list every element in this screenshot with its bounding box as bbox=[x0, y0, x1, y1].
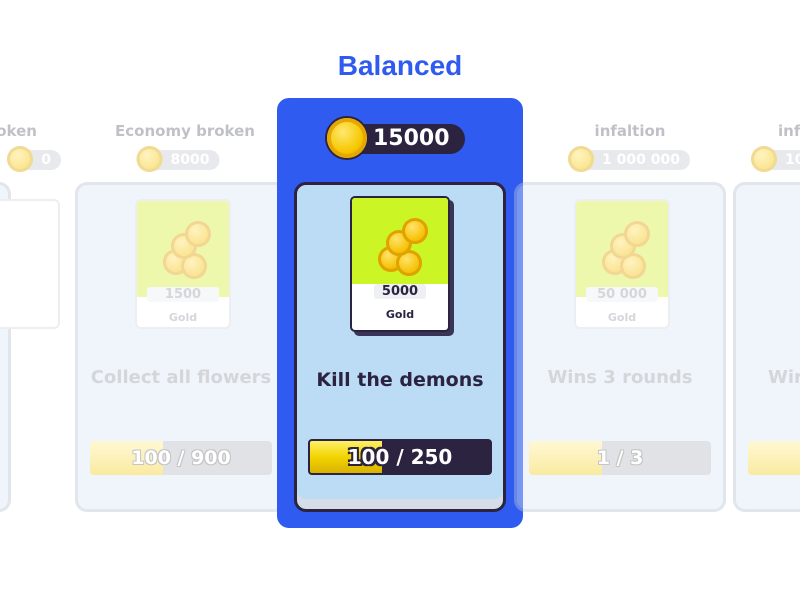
reward-amount: 5000 bbox=[374, 284, 426, 299]
column-title: infaltion bbox=[594, 122, 666, 140]
cost-pill: 8000 bbox=[136, 146, 220, 172]
reward-label: Gold bbox=[168, 311, 198, 324]
gold-coins-icon bbox=[137, 201, 229, 297]
coin-icon bbox=[751, 146, 777, 172]
coin-icon bbox=[136, 146, 163, 172]
quest-card[interactable]: 5000 Gold Kill the demons 100 / 250 bbox=[294, 182, 506, 512]
cost-pill: 10 bbox=[751, 146, 800, 172]
coin-icon bbox=[568, 146, 595, 172]
reward-tile bbox=[0, 199, 60, 329]
reward-tile: 5000 Gold bbox=[350, 196, 450, 332]
reward-label: Gold bbox=[607, 311, 637, 324]
progress-bar bbox=[748, 441, 800, 475]
coin-icon bbox=[7, 146, 34, 172]
reward-amount: 50 000 bbox=[586, 287, 658, 302]
cost-pill: 15000 bbox=[327, 118, 465, 158]
quest-column-balanced[interactable]: 15000 5000 Gold Kill the demons 100 / 25… bbox=[277, 98, 523, 528]
column-title: Economy broken bbox=[115, 122, 255, 140]
progress-fill bbox=[748, 441, 800, 475]
reward-amount: 1500 bbox=[147, 287, 219, 302]
quest-card: wers 0 bbox=[0, 182, 60, 512]
cost-pill: 1 000 000 bbox=[568, 146, 690, 172]
quest-card: 50 000 Gold Wins 3 rounds 1 / 3 bbox=[514, 182, 726, 512]
quest-card: Wir bbox=[733, 182, 800, 512]
progress-text: 100 / 250 bbox=[347, 445, 453, 469]
quest-column-right-edge: infa 10 Wir bbox=[733, 98, 800, 528]
cost-pill: 0 bbox=[7, 146, 61, 172]
quest-column-infaltion: infaltion 1 000 000 50 000 Gold Wins 3 r… bbox=[514, 98, 754, 528]
page-title: Balanced bbox=[337, 50, 463, 81]
task-text: Kill the demons bbox=[316, 369, 484, 391]
progress-bar: 100 / 250 bbox=[308, 439, 492, 475]
column-title: roken bbox=[0, 122, 37, 140]
progress-bar: 100 / 900 bbox=[90, 441, 272, 475]
column-title: infa bbox=[778, 122, 800, 140]
reward-tile: 50 000 Gold bbox=[574, 199, 670, 329]
task-text: Collect all flowers bbox=[90, 367, 272, 388]
quest-card: 1500 Gold Collect all flowers 100 / 900 bbox=[75, 182, 287, 512]
task-text: Wir bbox=[768, 367, 800, 388]
coin-icon bbox=[327, 118, 367, 158]
reward-tile: 1500 Gold bbox=[135, 199, 231, 329]
progress-text: 1 / 3 bbox=[596, 447, 644, 469]
gold-coins-icon bbox=[576, 201, 668, 297]
quest-column-left-edge: roken 0 wers 0 bbox=[0, 98, 67, 528]
gold-coins-icon bbox=[352, 198, 448, 284]
reward-label: Gold bbox=[385, 308, 415, 321]
progress-text: 100 / 900 bbox=[131, 447, 231, 469]
task-text: Wins 3 rounds bbox=[547, 367, 693, 388]
progress-bar: 1 / 3 bbox=[529, 441, 711, 475]
